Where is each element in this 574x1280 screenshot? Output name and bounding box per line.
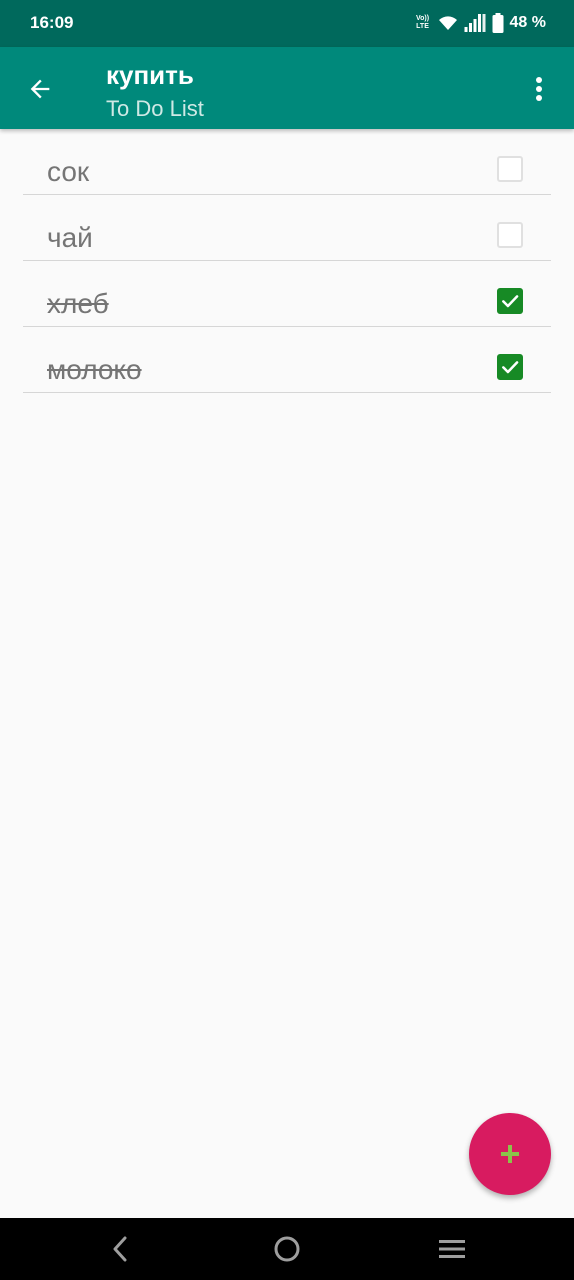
nav-recents-icon xyxy=(439,1240,465,1258)
item-checkbox[interactable] xyxy=(497,222,523,248)
item-label: хлеб xyxy=(47,288,109,319)
list-item[interactable]: чай xyxy=(23,195,551,261)
item-checkbox[interactable] xyxy=(497,288,523,314)
page-title: купить xyxy=(106,60,194,90)
nav-back-icon xyxy=(113,1236,127,1262)
volte-icon: Vo)) LTE xyxy=(414,15,432,31)
plus-icon xyxy=(501,1145,519,1163)
nav-home-icon xyxy=(274,1236,300,1262)
navigation-bar xyxy=(0,1218,574,1280)
back-button[interactable] xyxy=(16,65,64,113)
volte-bottom-text: LTE xyxy=(416,23,429,30)
nav-back-button[interactable] xyxy=(101,1229,141,1269)
volte-top-text: Vo)) xyxy=(415,15,430,22)
wifi-icon xyxy=(438,16,457,30)
item-label: молоко xyxy=(47,354,142,385)
battery-icon xyxy=(492,13,504,33)
more-vert-icon xyxy=(536,77,542,101)
item-label: сок xyxy=(47,156,90,187)
check-icon xyxy=(502,295,519,308)
status-bar: 16:09 Vo)) LTE 48 % xyxy=(0,0,574,47)
list-item[interactable]: молоко xyxy=(23,327,551,393)
nav-home-button[interactable] xyxy=(267,1229,307,1269)
battery-percent: 48 % xyxy=(509,14,546,31)
arrow-back-icon xyxy=(30,79,50,99)
item-checkbox[interactable] xyxy=(497,156,523,182)
list-item[interactable]: сок xyxy=(23,129,551,195)
signal-icon xyxy=(464,14,486,32)
nav-recents-button[interactable] xyxy=(432,1229,472,1269)
check-icon xyxy=(502,361,519,374)
add-item-button[interactable] xyxy=(469,1113,551,1195)
list-item[interactable]: хлеб xyxy=(23,261,551,327)
item-label: чай xyxy=(47,222,93,253)
app-bar: купить To Do List xyxy=(0,47,574,129)
item-checkbox[interactable] xyxy=(497,354,523,380)
overflow-menu-button[interactable] xyxy=(518,65,560,113)
status-icons: Vo)) LTE 48 % xyxy=(414,12,546,34)
status-time: 16:09 xyxy=(30,13,74,32)
todo-list: сок чай хлеб молоко xyxy=(23,129,551,393)
page-subtitle: To Do List xyxy=(106,96,204,121)
